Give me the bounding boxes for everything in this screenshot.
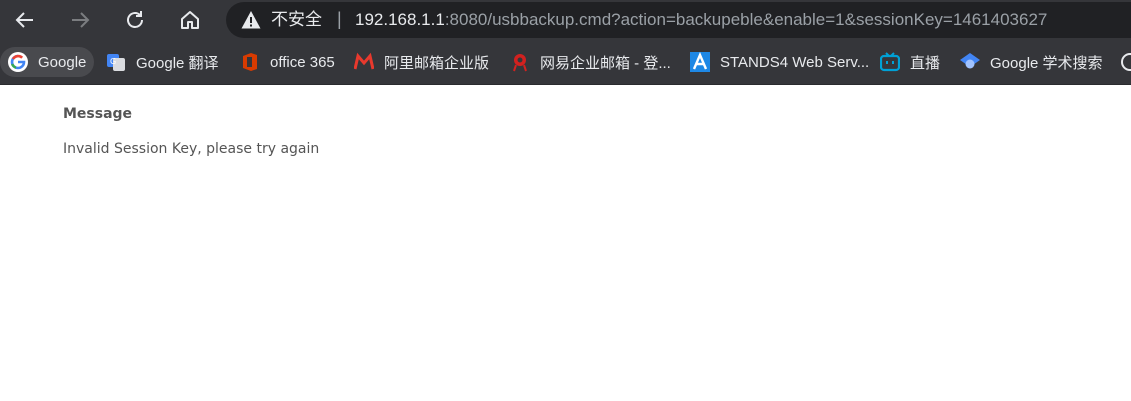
bookmark-label: Google 学术搜索 xyxy=(990,54,1103,72)
bookmark-label: 阿里邮箱企业版 xyxy=(384,54,490,72)
back-arrow-icon[interactable] xyxy=(10,5,40,35)
google-translate-icon: G xyxy=(106,52,126,72)
warning-triangle-icon[interactable] xyxy=(241,10,261,35)
bookmark-overflow[interactable] xyxy=(1120,47,1131,77)
bookmark-label: STANDS4 Web Serv... xyxy=(720,53,870,71)
bookmark-google-translate[interactable]: G Google 翻译 xyxy=(106,47,219,77)
netease-mail-icon xyxy=(510,52,530,72)
stands4-icon xyxy=(690,52,710,72)
bookmark-label: office 365 xyxy=(270,53,335,71)
error-message: Invalid Session Key, please try again xyxy=(63,141,320,157)
bookmark-label: 直播 xyxy=(910,54,941,72)
reload-icon[interactable] xyxy=(120,5,150,35)
bookmark-label: 网易企业邮箱 - 登... xyxy=(540,54,671,72)
bookmark-google-scholar[interactable]: Google 学术搜索 xyxy=(960,47,1103,77)
bookmark-ali-mail[interactable]: 阿里邮箱企业版 xyxy=(354,47,489,77)
browser-toolbar: 不安全 | 192.168.1.1:8080/usbbackup.cmd?act… xyxy=(0,0,1131,40)
home-icon[interactable] xyxy=(175,5,205,35)
more-bookmarks-icon xyxy=(1120,52,1131,72)
bookmarks-bar: Google G Google 翻译 office 365 阿里邮箱企业版 网易… xyxy=(0,40,1131,85)
address-separator: | xyxy=(337,9,342,29)
scholar-icon xyxy=(960,52,980,72)
message-heading: Message xyxy=(63,106,133,122)
bookmark-live[interactable]: 直播 xyxy=(880,47,940,77)
bookmark-label: Google xyxy=(38,53,87,71)
office-icon xyxy=(240,52,260,72)
url-text[interactable]: 192.168.1.1:8080/usbbackup.cmd?action=ba… xyxy=(355,10,1047,30)
bilibili-tv-icon xyxy=(880,52,900,72)
security-label[interactable]: 不安全 xyxy=(271,10,322,30)
bookmark-stands4[interactable]: STANDS4 Web Serv... xyxy=(690,47,869,77)
forward-arrow-icon[interactable] xyxy=(65,5,95,35)
bookmark-label: Google 翻译 xyxy=(136,54,219,72)
google-g-icon xyxy=(8,52,28,72)
svg-text:G: G xyxy=(110,57,116,66)
page-content: Message Invalid Session Key, please try … xyxy=(63,106,319,157)
url-path: :8080/usbbackup.cmd?action=backupeble&en… xyxy=(444,10,1048,29)
bookmark-office-365[interactable]: office 365 xyxy=(240,47,335,77)
bookmark-google[interactable]: Google xyxy=(0,47,95,77)
ali-mail-icon xyxy=(354,52,374,72)
address-bar[interactable]: 不安全 | 192.168.1.1:8080/usbbackup.cmd?act… xyxy=(226,2,1131,38)
url-host: 192.168.1.1 xyxy=(355,10,445,29)
bookmark-netease-mail[interactable]: 网易企业邮箱 - 登... xyxy=(510,47,671,77)
